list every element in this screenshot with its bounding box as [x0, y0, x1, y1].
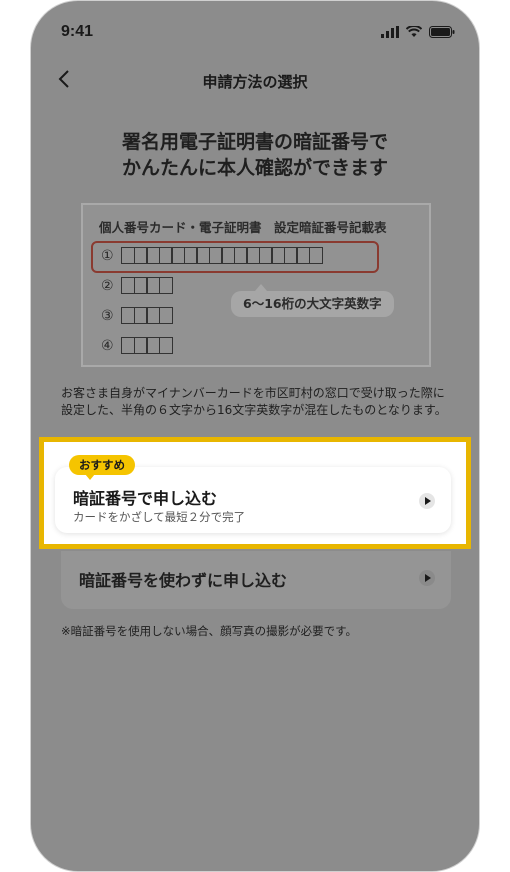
status-icons — [381, 26, 455, 38]
headline-line2: かんたんに本人確認ができます — [121, 157, 388, 179]
apply-with-pin-title: 暗証番号で申し込む — [73, 489, 218, 508]
pin-row-4: ④ — [101, 337, 173, 354]
status-time: 9:41 — [61, 23, 94, 40]
play-arrow-icon — [419, 570, 435, 586]
pin-row-3: ③ — [101, 307, 173, 324]
battery-icon — [429, 26, 455, 38]
pin-row-2: ② — [101, 277, 173, 294]
apply-without-pin-title: 暗証番号を使わずに申し込む — [79, 571, 288, 590]
pin-sheet-caption: 個人番号カード・電子証明書 設定暗証番号記載表 — [99, 220, 387, 235]
headline: 署名用電子証明書の暗証番号で かんたんに本人確認ができます — [31, 129, 479, 181]
headline-line1: 署名用電子証明書の暗証番号で — [121, 131, 388, 153]
wifi-icon — [406, 26, 422, 37]
nav-bar: 申請方法の選択 — [31, 63, 479, 99]
apply-without-pin-button[interactable]: 暗証番号を使わずに申し込む — [61, 551, 451, 609]
pin-cells-4 — [121, 307, 173, 324]
status-bar: 9:41 — [31, 1, 479, 61]
pin-row-number: ② — [101, 277, 114, 294]
pin-cells-16 — [121, 247, 323, 264]
apply-with-pin-button[interactable]: 暗証番号で申し込む カードをかざして最短２分で完了 — [55, 467, 451, 533]
pin-sheet-figure: 個人番号カード・電子証明書 設定暗証番号記載表 ① ② ③ ④ 6〜16桁の大文… — [81, 203, 431, 367]
page-title: 申請方法の選択 — [202, 73, 308, 91]
pin-row-number: ① — [101, 247, 114, 264]
pin-cells-4 — [121, 277, 173, 294]
pin-row-number: ③ — [101, 307, 114, 324]
footnote-text: ※暗証番号を使用しない場合、顔写真の撮影が必要です。 — [61, 624, 357, 638]
pin-length-bubble: 6〜16桁の大文字英数字 — [231, 284, 394, 317]
signal-icon — [381, 26, 399, 38]
apply-with-pin-subtitle: カードをかざして最短２分で完了 — [73, 510, 246, 524]
recommended-badge: おすすめ — [69, 455, 135, 480]
pin-cells-4 — [121, 337, 173, 354]
description-text: お客さま自身がマイナンバーカードを市区町村の窓口で受け取った際に設定した、半角の… — [61, 386, 447, 417]
pin-row-1: ① — [101, 247, 323, 264]
play-arrow-icon — [419, 493, 435, 509]
pin-row-number: ④ — [101, 337, 114, 354]
phone-frame: 9:41 申請方法の選択 署名用電子証明書の暗証番号で かんたんに本人確認ができ… — [30, 0, 480, 872]
